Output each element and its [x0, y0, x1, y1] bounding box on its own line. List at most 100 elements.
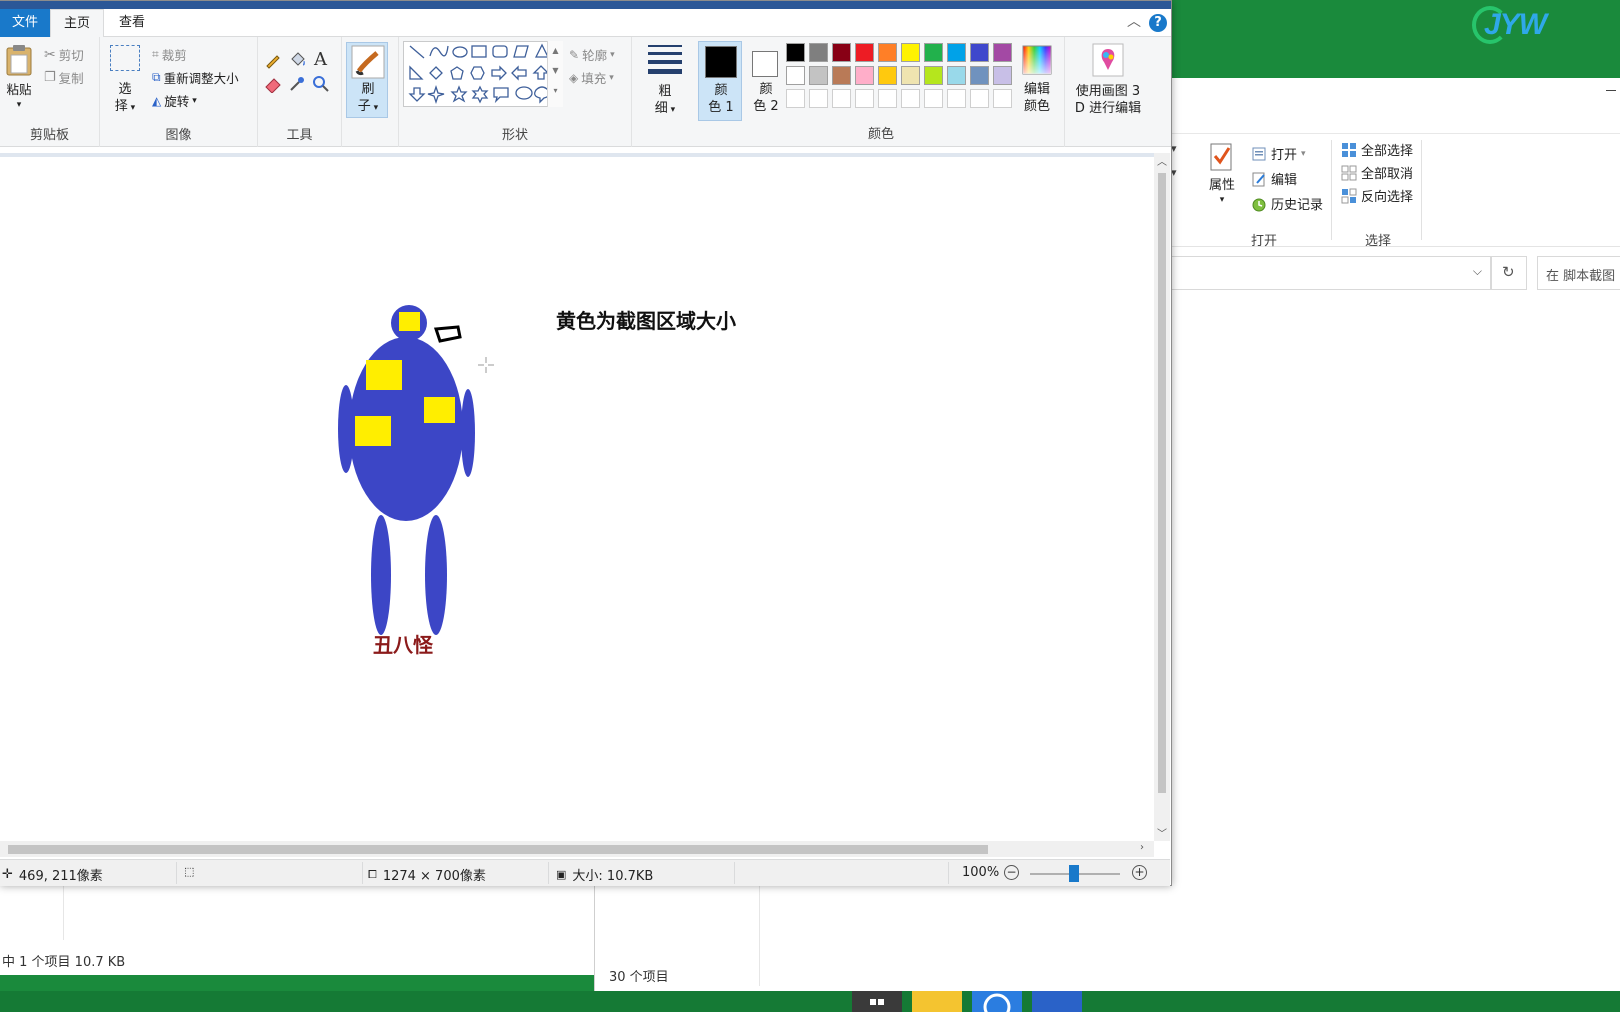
refresh-icon: ↻ [1502, 263, 1515, 281]
search-input[interactable]: 在 脚本截图 [1537, 256, 1620, 290]
zoom-slider-thumb[interactable] [1069, 865, 1079, 882]
palette-swatch[interactable] [786, 66, 805, 85]
magnifier-icon[interactable] [312, 75, 330, 93]
custom-color-slot[interactable] [970, 89, 989, 108]
scroll-down-icon[interactable]: ﹀ [1157, 825, 1167, 840]
palette-swatch[interactable] [832, 43, 851, 62]
brushes-button[interactable]: 刷 子 ▾ [346, 42, 388, 118]
canvas-size-icon: ⧠ [368, 867, 377, 881]
paint-taskbar-icon[interactable] [1032, 991, 1082, 1012]
collapse-ribbon-icon[interactable]: ︿ [1127, 11, 1141, 31]
eraser-icon[interactable] [264, 75, 282, 93]
select-button[interactable]: 选 择 ▾ [108, 81, 142, 117]
custom-color-slot[interactable] [809, 89, 828, 108]
outline-button[interactable]: ✎ 轮廓 ▾ [569, 45, 615, 64]
open-button[interactable]: 打开 ▾ [1251, 144, 1306, 163]
custom-color-slot[interactable] [855, 89, 874, 108]
zoom-in-icon[interactable]: + [1132, 865, 1147, 880]
zoom-out-icon[interactable]: − [1004, 865, 1019, 880]
oval-callout-shape-icon [515, 86, 533, 100]
palette-swatch[interactable] [855, 66, 874, 85]
palette-swatch[interactable] [809, 66, 828, 85]
size-label-1: 粗 [658, 84, 672, 99]
palette-swatch[interactable] [924, 43, 943, 62]
edit-colors-button[interactable]: 编辑 颜色 [1016, 41, 1058, 123]
paint3d-icon [1092, 43, 1124, 77]
palette-swatch[interactable] [901, 43, 920, 62]
custom-color-slot[interactable] [947, 89, 966, 108]
custom-color-slot[interactable] [878, 89, 897, 108]
palette-swatch[interactable] [878, 43, 897, 62]
pencil-icon[interactable] [264, 51, 282, 69]
rotate-button[interactable]: ◭ 旋转 ▾ [152, 91, 197, 110]
palette-swatch[interactable] [924, 66, 943, 85]
crop-button[interactable]: ⌗ 裁剪 [152, 45, 187, 64]
paint3d-button[interactable]: 使用画图 3 D 进行编辑 [1068, 41, 1148, 123]
selection-icon: ⬚ [184, 865, 195, 878]
file-size-text: 大小: 10.7KB [572, 869, 654, 884]
invert-selection-button[interactable]: 反向选择 [1341, 186, 1413, 205]
fill-button[interactable]: ◈ 填充 ▾ [569, 68, 614, 87]
yellow-square [424, 397, 455, 423]
scissors-icon: ✂ [44, 46, 56, 63]
logo-text: JYW [1484, 8, 1547, 41]
palette-swatch[interactable] [855, 43, 874, 62]
vertical-scroll-thumb[interactable] [1158, 173, 1166, 793]
drawing-canvas[interactable]: 黄色为截图区域大小 丑八怪 [0, 157, 1154, 841]
text-tool-icon[interactable]: A [314, 49, 327, 70]
horizontal-scroll-thumb[interactable] [8, 845, 988, 854]
history-button[interactable]: 历史记录 [1251, 194, 1323, 213]
browser-taskbar-icon[interactable] [972, 991, 1022, 1012]
tab-view[interactable]: 查看 [104, 9, 160, 37]
palette-swatch[interactable] [993, 43, 1012, 62]
shapes-gallery[interactable] [403, 41, 563, 107]
horizontal-scrollbar[interactable]: › [0, 841, 1154, 857]
color-picker-icon[interactable] [288, 75, 306, 93]
custom-color-slot[interactable] [901, 89, 920, 108]
color2-button[interactable]: 颜 色 2 [744, 41, 788, 121]
palette-swatch[interactable] [786, 43, 805, 62]
color1-button[interactable]: 颜 色 1 [698, 41, 742, 121]
palette-swatch[interactable] [832, 66, 851, 85]
rounded-rectangle-shape-icon [492, 45, 508, 58]
refresh-button[interactable]: ↻ [1491, 256, 1527, 290]
chevron-down-icon[interactable]: ⌵ [1473, 264, 1482, 279]
copy-button[interactable]: ❐ 复制 [44, 68, 84, 87]
resize-icon: ⧉ [152, 70, 161, 84]
explorer-window-left: 中 1 个项目 10.7 KB [0, 880, 600, 975]
palette-swatch[interactable] [970, 43, 989, 62]
status-separator [734, 862, 735, 884]
size-button[interactable]: 粗 细 ▾ [640, 41, 690, 123]
resize-button[interactable]: ⧉ 重新调整大小 [152, 68, 239, 87]
palette-swatch[interactable] [878, 66, 897, 85]
palette-swatch[interactable] [901, 66, 920, 85]
custom-color-slot[interactable] [924, 89, 943, 108]
palette-swatch[interactable] [947, 43, 966, 62]
file-explorer-taskbar-icon[interactable] [912, 991, 962, 1012]
custom-color-slot[interactable] [993, 89, 1012, 108]
tab-home[interactable]: 主页 [50, 9, 104, 38]
select-all-button[interactable]: 全部选择 [1341, 140, 1413, 159]
paste-button[interactable]: 粘贴 ▾ [4, 43, 34, 110]
start-button[interactable] [852, 991, 902, 1012]
fill-bucket-icon[interactable] [288, 51, 306, 69]
scroll-right-icon[interactable]: › [1140, 842, 1144, 853]
vertical-scrollbar[interactable]: ︿ ﹀ [1154, 153, 1170, 841]
palette-swatch[interactable] [970, 66, 989, 85]
scroll-up-icon[interactable]: ︿ [1157, 153, 1167, 168]
edit-button[interactable]: 编辑 [1251, 169, 1297, 188]
cut-button[interactable]: ✂ 剪切 [44, 45, 84, 64]
select-icon[interactable] [110, 45, 140, 71]
palette-swatch[interactable] [809, 43, 828, 62]
tab-file[interactable]: 文件 [0, 9, 50, 37]
properties-button[interactable]: 属性 ▾ [1209, 142, 1235, 205]
size-line-4 [648, 69, 682, 74]
palette-swatch[interactable] [993, 66, 1012, 85]
minimize-icon[interactable] [1606, 90, 1616, 91]
palette-swatch[interactable] [947, 66, 966, 85]
select-none-button[interactable]: 全部取消 [1341, 163, 1413, 182]
custom-color-slot[interactable] [832, 89, 851, 108]
custom-color-slot[interactable] [786, 89, 805, 108]
shapes-scroll[interactable]: ▲ ▼ ▾ [547, 41, 563, 107]
help-icon[interactable]: ? [1149, 14, 1167, 32]
